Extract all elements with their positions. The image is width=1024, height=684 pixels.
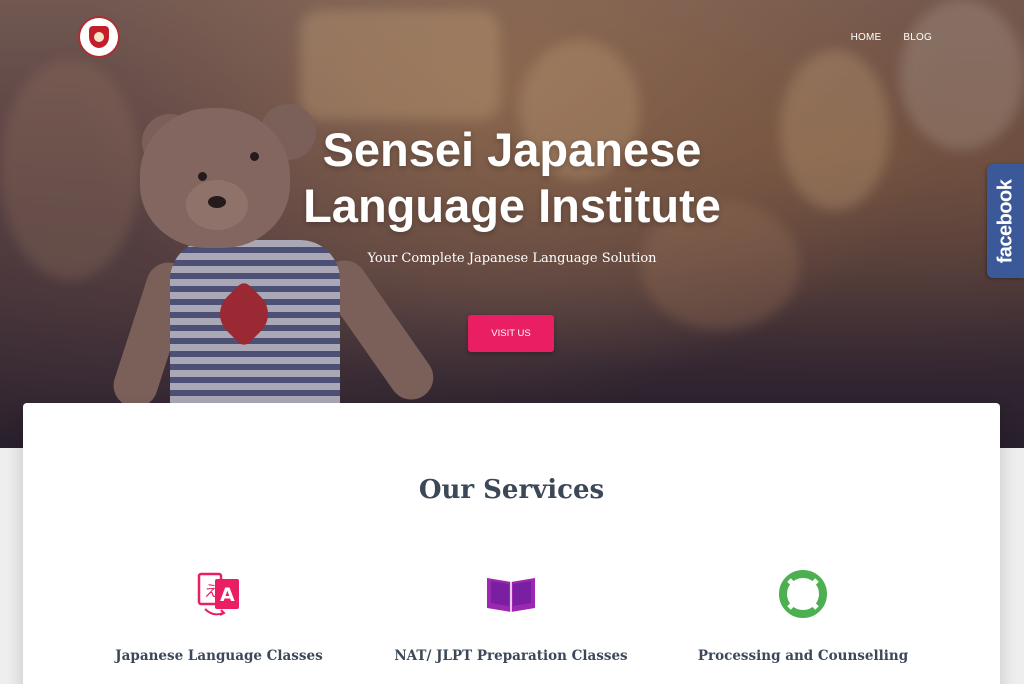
nav-item-blog[interactable]: BLOG [903, 32, 932, 43]
service-item-japanese-classes: え A Japanese Language Classes [89, 568, 349, 664]
main-nav: HOME BLOG [851, 32, 932, 43]
service-item-jlpt-preparation: NAT/ JLPT Preparation Classes [381, 568, 641, 664]
service-item-processing-counselling: Processing and Counselling [673, 568, 933, 664]
hero-title-line1: Sensei Japanese [322, 123, 702, 176]
facebook-label: facebook [994, 179, 1016, 263]
visit-us-button[interactable]: VISIT US [468, 315, 554, 352]
section-title: Our Services [418, 475, 605, 505]
logo-crest-icon [89, 26, 109, 48]
nav-item-home[interactable]: HOME [851, 32, 882, 43]
service-label: Processing and Counselling [697, 648, 909, 664]
site-logo[interactable] [80, 18, 118, 56]
hero-section: HOME BLOG Sensei Japanese Language Insti… [0, 0, 1024, 448]
lifebuoy-icon [779, 570, 827, 618]
hero-subtitle: Your Complete Japanese Language Solution [367, 251, 657, 266]
facebook-tab[interactable]: facebook [987, 164, 1024, 278]
hero-title: Sensei Japanese Language Institute [0, 122, 1024, 234]
service-label: NAT/ JLPT Preparation Classes [394, 648, 628, 664]
book-icon [487, 578, 535, 612]
translate-icon: え A [197, 572, 239, 616]
service-label: Japanese Language Classes [115, 648, 323, 664]
svg-text:A: A [220, 584, 235, 606]
hero-title-line2: Language Institute [303, 179, 721, 232]
services-card: Our Services え A Japanese Language Class… [23, 403, 1000, 684]
